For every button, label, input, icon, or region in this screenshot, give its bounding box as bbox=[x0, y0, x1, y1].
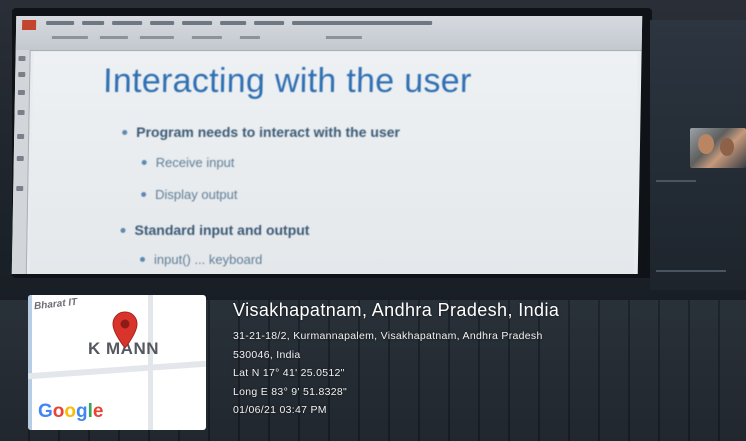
ribbon-tab[interactable] bbox=[46, 21, 75, 25]
location-latitude: Lat N 17° 41' 25.0512" bbox=[233, 367, 345, 379]
google-logo-letter: o bbox=[64, 401, 76, 422]
photo-scene: Interacting with the user Program needs … bbox=[0, 0, 746, 441]
ribbon-tab[interactable] bbox=[254, 21, 285, 25]
bullet-text: Program needs to interact with the user bbox=[136, 124, 401, 140]
bullet-item: Program needs to interact with the user bbox=[122, 124, 400, 140]
slide-thumbnail[interactable] bbox=[16, 186, 24, 191]
bullet-marker bbox=[141, 192, 147, 197]
slide-thumbnail[interactable] bbox=[17, 134, 25, 139]
ribbon-button[interactable] bbox=[139, 36, 174, 39]
slide-thumbnail[interactable] bbox=[18, 72, 26, 77]
slide-thumbnail[interactable] bbox=[17, 90, 25, 95]
google-logo-letter: o bbox=[52, 401, 65, 422]
bullet-text: Display output bbox=[155, 187, 238, 202]
participant-face bbox=[698, 134, 714, 154]
google-logo-letter: g bbox=[76, 401, 88, 422]
bullet-text: Receive input bbox=[155, 155, 235, 170]
slide-thumbnail[interactable] bbox=[18, 56, 26, 61]
bullet-item: Receive input bbox=[141, 155, 235, 170]
location-map-thumbnail: Bharat IT K MANN Google bbox=[28, 295, 206, 430]
ribbon-tab[interactable] bbox=[220, 21, 247, 25]
slide-thumbnail[interactable] bbox=[16, 156, 24, 161]
map-water bbox=[28, 295, 32, 430]
map-road bbox=[148, 295, 153, 430]
location-postcode: 530046, India bbox=[233, 348, 301, 361]
map-place-label: Bharat IT bbox=[33, 296, 78, 313]
location-address: 31-21-18/2, Kurmannapalem, Visakhapatnam… bbox=[233, 330, 543, 342]
ribbon-button[interactable] bbox=[239, 36, 260, 39]
location-city: Visakhapatnam, Andhra Pradesh, India bbox=[233, 300, 560, 320]
bullet-marker bbox=[120, 227, 126, 233]
geotag-overlay: Visakhapatnam, Andhra Pradesh, India 31-… bbox=[233, 300, 738, 420]
panel-divider bbox=[656, 180, 696, 182]
bullet-marker bbox=[139, 257, 146, 262]
map-road bbox=[28, 360, 206, 380]
slide-title: Interacting with the user bbox=[102, 62, 472, 100]
bullet-item: Display output bbox=[141, 187, 238, 202]
ribbon-tab[interactable] bbox=[150, 21, 175, 25]
presentation-window: Interacting with the user Program needs … bbox=[11, 16, 643, 274]
ribbon-tab[interactable] bbox=[82, 21, 105, 25]
slide-thumbnail-strip bbox=[11, 50, 31, 274]
slide-canvas: Interacting with the user Program needs … bbox=[29, 52, 638, 274]
panel-divider bbox=[656, 270, 726, 272]
ribbon-tab[interactable] bbox=[292, 21, 433, 25]
ribbon-button[interactable] bbox=[191, 36, 222, 39]
google-logo: Google bbox=[38, 401, 103, 423]
slide-thumbnail[interactable] bbox=[17, 110, 25, 115]
google-logo-letter: e bbox=[92, 401, 104, 422]
ribbon-tab[interactable] bbox=[112, 21, 143, 25]
ribbon-toolbar bbox=[15, 16, 643, 51]
bullet-item: input() ... keyboard bbox=[139, 252, 263, 267]
ribbon-button[interactable] bbox=[325, 36, 362, 39]
bullet-text: Standard input and output bbox=[134, 222, 310, 238]
bullet-text: input() ... keyboard bbox=[153, 252, 263, 267]
ribbon-tab[interactable] bbox=[182, 21, 213, 25]
file-tab[interactable] bbox=[22, 20, 37, 30]
location-timestamp: 01/06/21 03:47 PM bbox=[233, 404, 327, 416]
participant-face bbox=[720, 138, 734, 156]
ribbon-button[interactable] bbox=[99, 36, 128, 39]
bullet-marker bbox=[141, 160, 147, 165]
google-logo-letter: G bbox=[38, 401, 53, 422]
map-pin-icon bbox=[112, 311, 138, 349]
participant-video-thumbnail[interactable] bbox=[690, 128, 746, 168]
location-longitude: Long E 83° 9' 51.8328" bbox=[233, 385, 348, 398]
ribbon-button[interactable] bbox=[51, 36, 88, 39]
bullet-marker bbox=[122, 129, 128, 135]
bullet-item: Standard input and output bbox=[120, 222, 310, 238]
